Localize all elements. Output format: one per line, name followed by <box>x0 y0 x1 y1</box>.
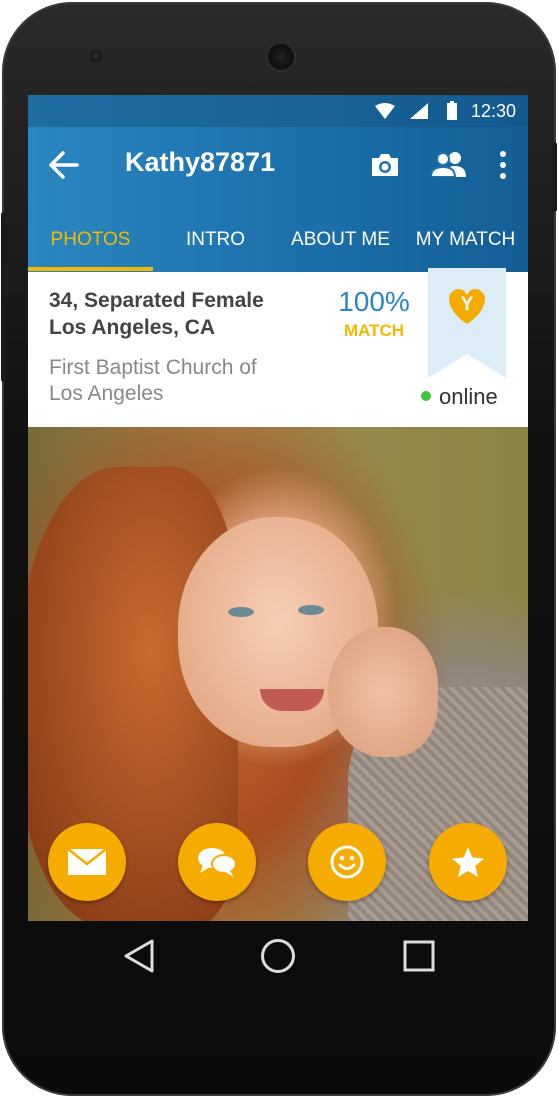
tab-bar: PHOTOS INTRO ABOUT ME MY MATCH <box>28 227 528 272</box>
profile-username: Kathy87871 <box>125 147 276 177</box>
match-label: MATCH <box>343 321 405 340</box>
tab-photos[interactable]: PHOTOS <box>28 227 153 272</box>
match-ribbon: Y <box>428 268 506 378</box>
chat-bubbles-icon <box>198 848 237 877</box>
tab-intro[interactable]: INTRO <box>153 227 278 272</box>
recents-square-icon[interactable] <box>403 940 435 972</box>
online-dot <box>421 391 431 402</box>
front-camera <box>90 50 102 62</box>
smile-button[interactable] <box>308 823 386 901</box>
status-bar: 12:30 <box>28 95 528 127</box>
chat-button[interactable] <box>178 823 256 901</box>
star-icon <box>452 847 484 877</box>
age-status-text: 34, Separated Female <box>49 289 264 312</box>
signal-icon <box>410 103 428 119</box>
screen: 12:30 Kathy87871 PHOTOS INTRO ABOUT ME M… <box>28 95 528 921</box>
app-bar: Kathy87871 PHOTOS INTRO ABOUT ME MY MATC… <box>28 127 528 272</box>
online-status: online <box>421 384 498 410</box>
more-options-icon[interactable] <box>500 151 506 179</box>
photo-hand <box>328 627 438 757</box>
back-arrow-icon[interactable] <box>49 151 79 179</box>
heart-badge-letter: Y <box>460 294 474 315</box>
wifi-icon <box>375 103 395 119</box>
ribbon-icon <box>428 268 506 378</box>
volume-button <box>1 212 6 382</box>
online-status-text: online <box>439 384 498 409</box>
match-percent: 100% <box>338 286 410 317</box>
favorite-button[interactable] <box>429 823 507 901</box>
power-button <box>552 142 557 212</box>
back-triangle-icon[interactable] <box>124 939 154 973</box>
group-icon[interactable] <box>431 151 467 177</box>
location-text: Los Angeles, CA <box>49 316 216 339</box>
battery-icon <box>447 101 457 120</box>
status-time: 12:30 <box>470 101 516 121</box>
photo-eye-left <box>228 607 254 617</box>
earpiece-speaker <box>268 44 294 70</box>
home-circle-icon[interactable] <box>260 938 296 974</box>
profile-photo[interactable] <box>28 427 528 921</box>
profile-info-card: 34, Separated Female Los Angeles, CA Fir… <box>28 268 528 427</box>
smiley-icon <box>330 845 364 879</box>
message-button[interactable] <box>48 823 126 901</box>
active-tab-indicator <box>28 267 153 271</box>
tab-about-me[interactable]: ABOUT ME <box>278 227 403 272</box>
church-text-line2: Los Angeles <box>49 382 164 405</box>
photo-eye-right <box>298 605 324 615</box>
camera-icon[interactable] <box>370 152 400 178</box>
tab-my-match[interactable]: MY MATCH <box>403 227 528 272</box>
android-nav-bar <box>28 921 528 991</box>
church-text-line1: First Baptist Church of <box>49 356 257 379</box>
envelope-icon <box>68 849 106 875</box>
